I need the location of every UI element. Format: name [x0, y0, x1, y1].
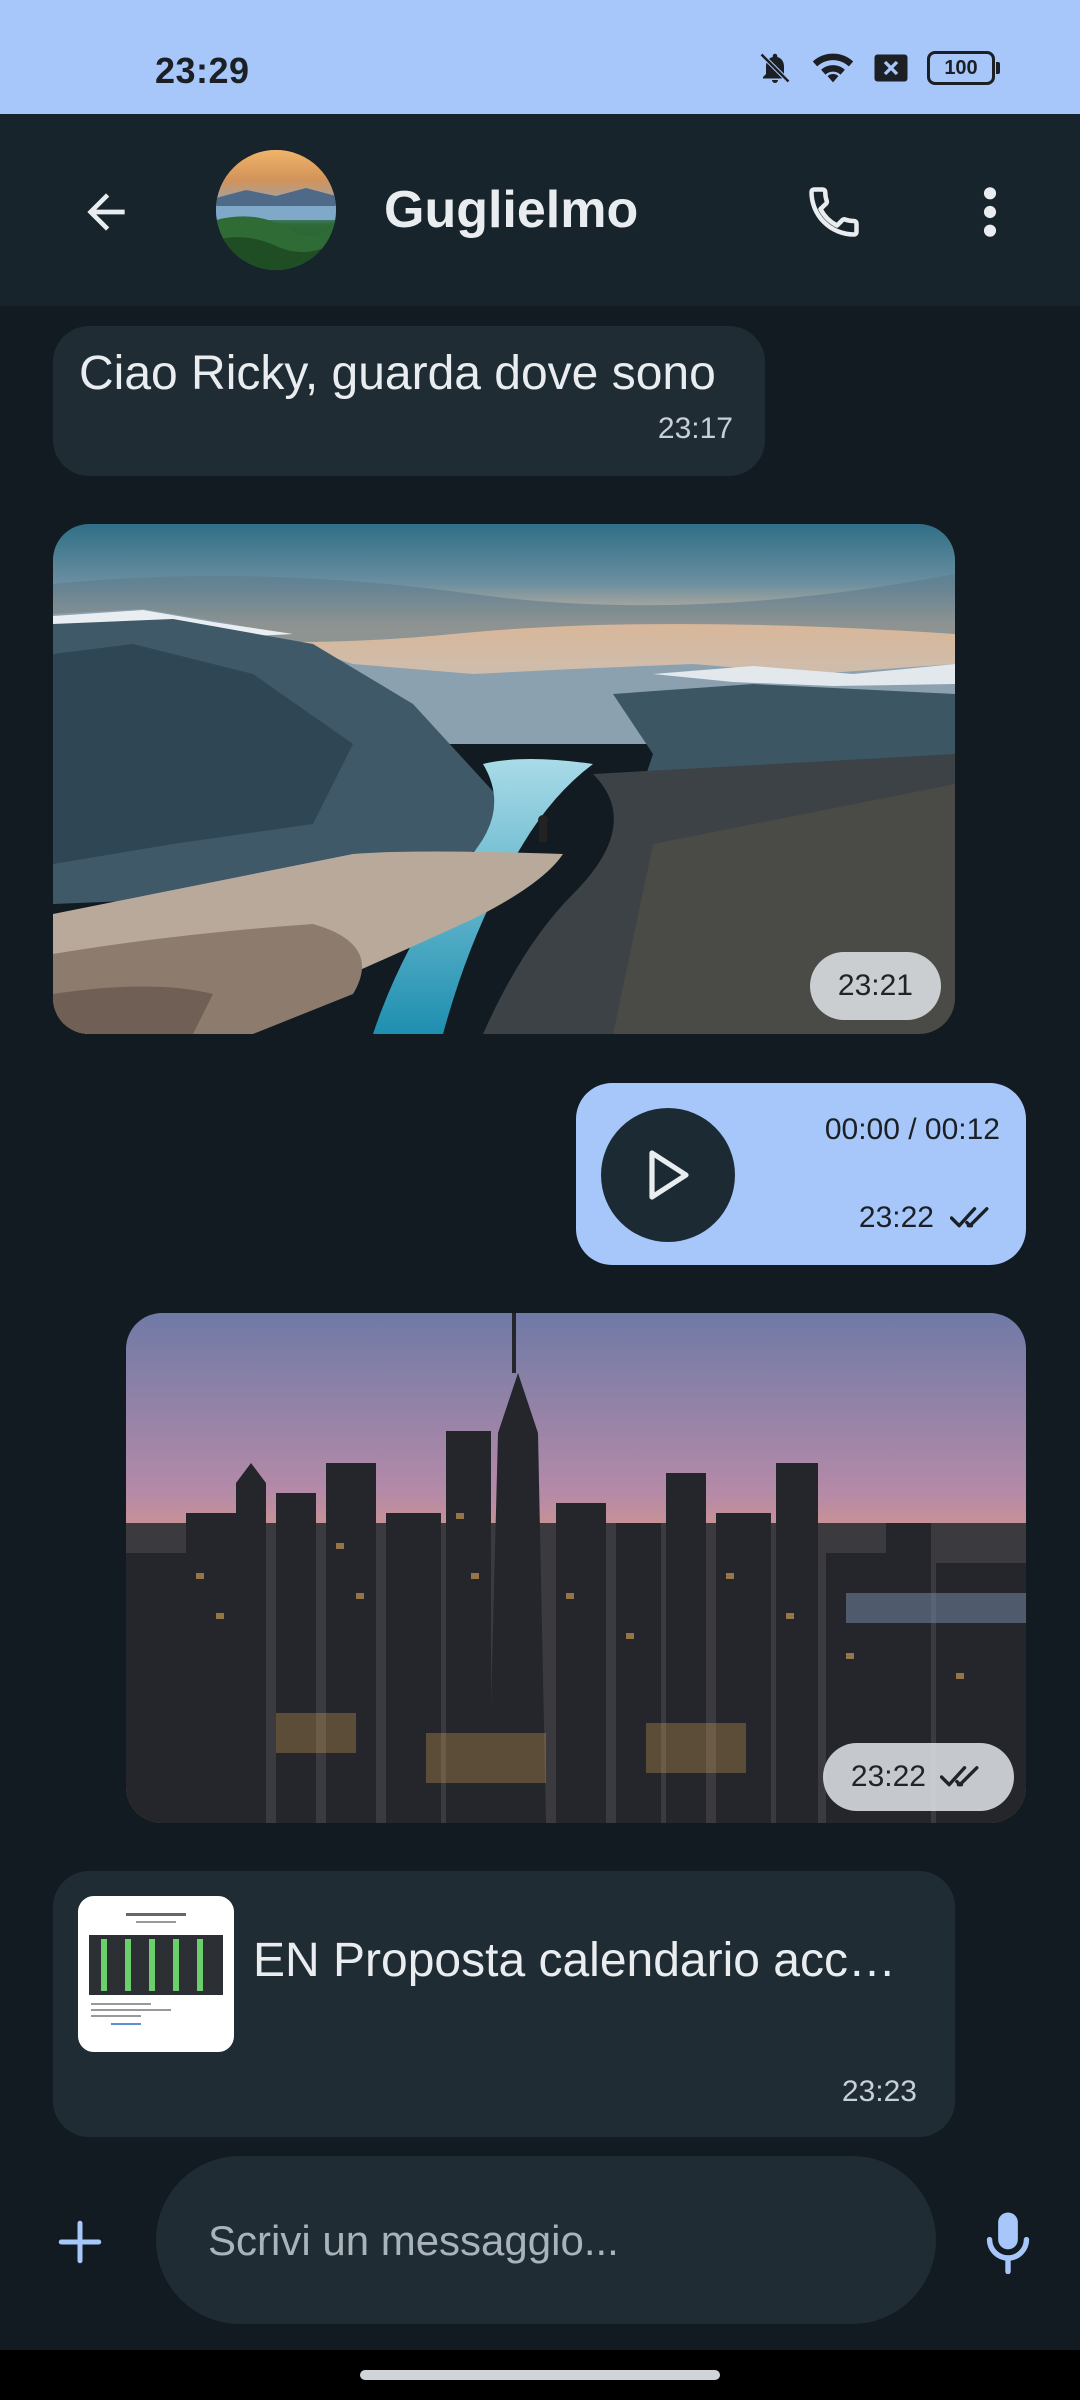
audio-meta: 23:22 — [859, 1201, 996, 1235]
message-time: 23:22 — [858, 1201, 934, 1234]
bell-off-icon — [757, 50, 793, 86]
double-check-icon — [940, 1766, 979, 1787]
status-bar: 23:29 100 — [0, 0, 1080, 114]
image-time-chip: 23:22 — [822, 1743, 1014, 1811]
more-options-button[interactable] — [960, 174, 1020, 250]
play-button[interactable] — [601, 1108, 735, 1242]
message-input-container — [156, 2156, 936, 2326]
attach-button[interactable] — [48, 2210, 112, 2274]
battery-icon: 100 — [927, 51, 1000, 85]
contact-name[interactable]: Guglielmo — [384, 180, 638, 240]
document-message-incoming[interactable]: EN Proposta calendario acc… 23:23 — [53, 1871, 955, 2137]
double-check-icon — [950, 1207, 989, 1228]
status-time: 23:29 — [155, 50, 250, 91]
message-time: 23:21 — [837, 969, 913, 1002]
wifi-icon — [811, 50, 855, 86]
message-time: 23:22 — [850, 1760, 926, 1793]
call-button[interactable] — [796, 174, 872, 250]
avatar-image — [216, 150, 336, 270]
image-time-chip: 23:21 — [809, 952, 941, 1020]
voice-record-button[interactable] — [976, 2204, 1040, 2280]
fjord-photo — [53, 524, 955, 1034]
plus-icon — [58, 2220, 102, 2264]
message-input[interactable] — [206, 2156, 890, 2326]
document-preview — [81, 1899, 231, 2049]
image-message-outgoing[interactable]: 23:22 — [126, 1313, 1026, 1823]
contact-avatar[interactable] — [216, 150, 336, 270]
chat-header: Guglielmo — [0, 114, 1080, 306]
message-text: Ciao Ricky, guarda dove sono — [79, 347, 716, 400]
document-thumbnail — [78, 1896, 234, 2052]
phone-icon — [809, 187, 859, 237]
home-gesture-handle[interactable] — [360, 2370, 720, 2380]
system-navigation-bar — [0, 2350, 1080, 2400]
document-filename: EN Proposta calendario acc… — [253, 1934, 896, 1987]
sim-x-icon — [873, 53, 909, 83]
message-time: 23:23 — [841, 2075, 917, 2108]
image-message-incoming[interactable]: 23:21 — [53, 524, 955, 1034]
message-time: 23:17 — [657, 412, 733, 445]
arrow-left-icon — [87, 193, 125, 231]
status-icons: 100 — [757, 50, 1000, 86]
audio-message-outgoing[interactable]: 00:00 / 00:12 23:22 — [576, 1083, 1026, 1265]
message-composer — [0, 2150, 1080, 2350]
audio-duration: 00:00 / 00:12 — [824, 1113, 1000, 1146]
play-icon — [649, 1150, 689, 1200]
back-button[interactable] — [70, 176, 142, 248]
mic-icon — [986, 2212, 1030, 2274]
more-vertical-icon — [983, 187, 997, 237]
message-bubble-incoming[interactable]: Ciao Ricky, guarda dove sono 23:17 — [53, 326, 765, 476]
